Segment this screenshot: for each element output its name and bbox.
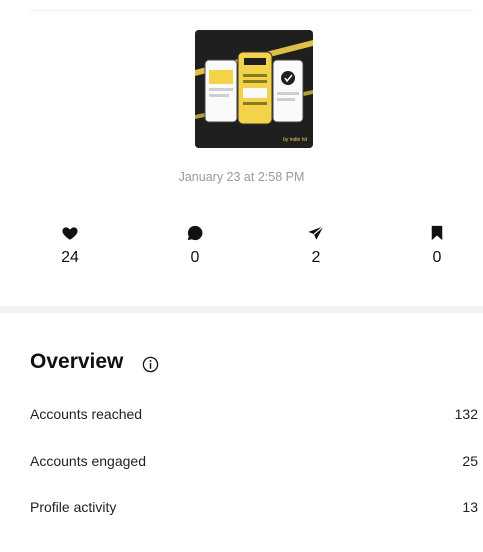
share-icon: [308, 225, 324, 240]
profile-activity-label: Profile activity: [30, 499, 117, 515]
comments-count: 0: [190, 249, 200, 266]
overview-title: Overview: [30, 350, 124, 373]
likes-count: 24: [61, 249, 79, 266]
bookmark-icon: [431, 225, 443, 241]
accounts-engaged-value: 25: [462, 453, 478, 469]
accounts-reached-label: Accounts reached: [30, 406, 143, 422]
shares-stat: 2: [286, 224, 346, 267]
profile-activity-row[interactable]: Profile activity 13: [30, 499, 478, 521]
post-date: January 23 at 2:58 PM: [178, 170, 305, 184]
accounts-reached-value: 132: [454, 406, 478, 422]
comments-stat: 0: [165, 224, 225, 267]
saves-stat: 0: [407, 224, 467, 267]
section-divider: [0, 306, 483, 313]
post-thumbnail-image: [195, 30, 313, 148]
likes-stat: 24: [40, 224, 100, 267]
saves-count: 0: [432, 249, 442, 266]
profile-activity-value: 13: [462, 499, 478, 515]
shares-count: 2: [311, 249, 321, 266]
info-icon[interactable]: [142, 356, 159, 373]
post-thumbnail[interactable]: by indie hit: [195, 30, 313, 148]
comment-icon: [187, 225, 203, 241]
heart-icon: [62, 227, 78, 240]
accounts-reached-row[interactable]: Accounts reached 132: [30, 406, 478, 428]
top-divider: [30, 10, 473, 11]
thumbnail-caption: by indie hit: [283, 137, 307, 143]
accounts-engaged-row[interactable]: Accounts engaged 25: [30, 453, 478, 475]
accounts-engaged-label: Accounts engaged: [30, 453, 146, 469]
